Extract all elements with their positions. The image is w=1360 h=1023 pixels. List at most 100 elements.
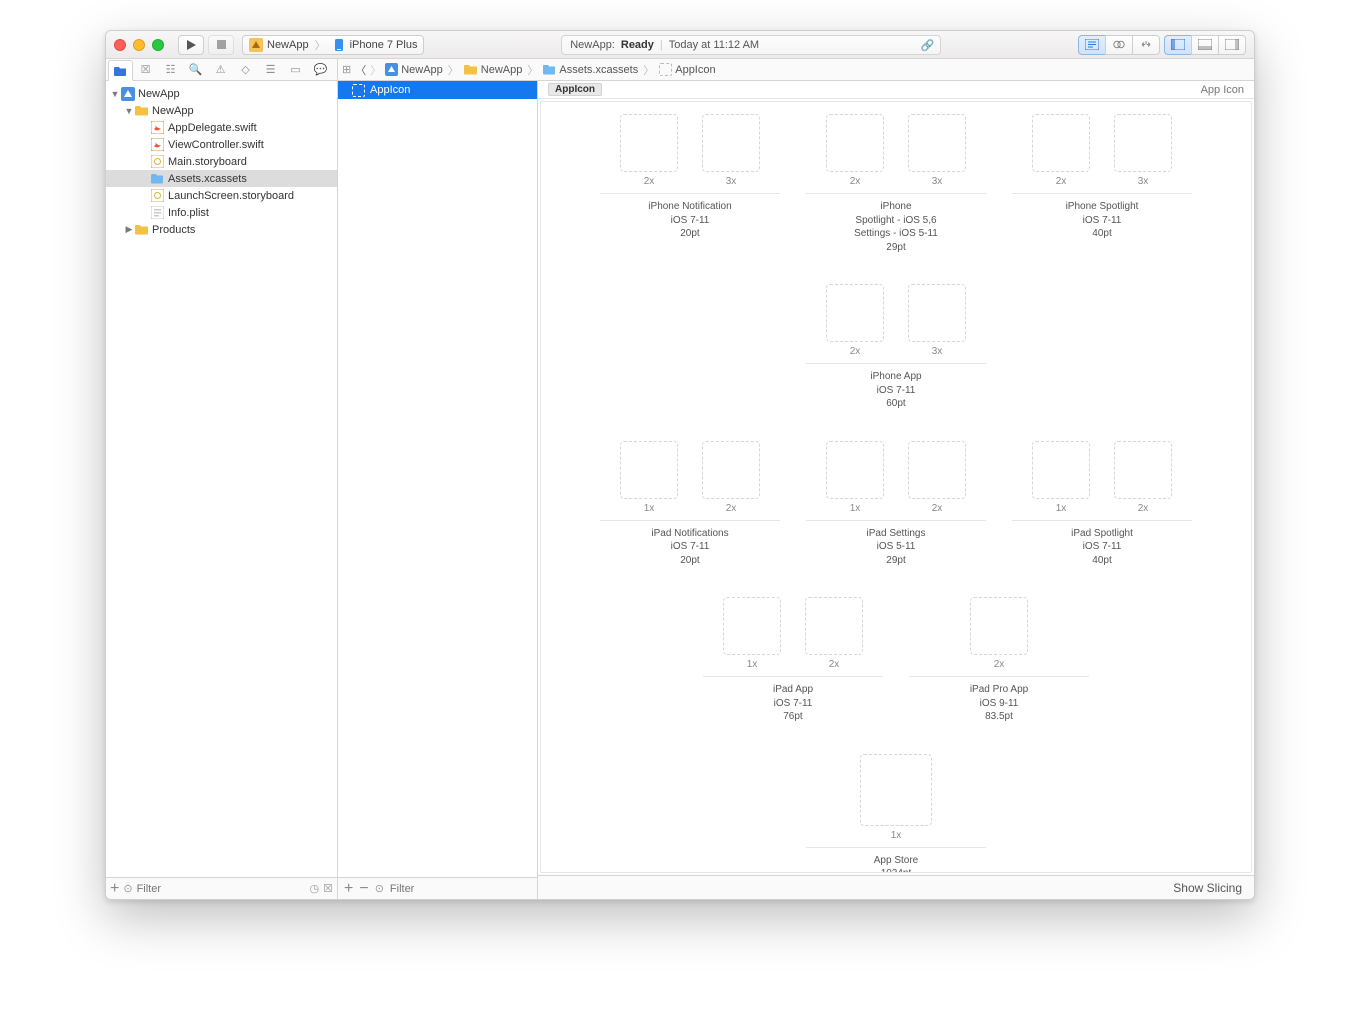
run-button[interactable] [178,35,204,55]
image-well[interactable] [805,597,863,655]
toggle-utilities-button[interactable] [1218,35,1246,55]
project-navigator-tab[interactable] [108,60,133,81]
related-items-icon[interactable]: ⊞ [342,63,351,76]
appicon-icon [352,84,365,97]
find-navigator-tab[interactable]: 🔍 [183,59,208,80]
tree-file-viewcontroller[interactable]: ViewController.swift [106,136,337,153]
tree-file-plist[interactable]: Info.plist [106,204,337,221]
crumb-assets[interactable]: Assets.xcassets [541,64,640,76]
debug-navigator-tab[interactable]: ☰ [258,59,283,80]
standard-editor-button[interactable] [1078,35,1105,55]
image-well[interactable] [908,114,966,172]
asset-outline-footer: + − ⊙ [338,877,537,899]
image-well[interactable] [620,441,678,499]
symbol-navigator-tab[interactable]: ☷ [158,59,183,80]
icon-set-caption: iPad SettingsiOS 5-1129pt [867,527,926,568]
navigator-filter-input[interactable] [137,883,306,895]
scale-label: 3x [726,176,737,187]
toggle-debug-area-button[interactable] [1191,35,1218,55]
toggle-navigator-button[interactable] [1164,35,1191,55]
icon-set-caption: App Store1024pt [874,854,918,874]
icon-set: 1x2xiPad SettingsiOS 5-1129pt [806,441,986,568]
image-well[interactable] [1114,114,1172,172]
stop-button[interactable] [208,35,234,55]
chevron-right-icon: 〉 [527,62,538,78]
scale-label: 1x [891,830,902,841]
scheme-app-label: NewApp [267,39,309,51]
scale-label: 2x [829,659,840,670]
appicon-canvas[interactable]: 2x3xiPhone NotificationiOS 7-1120pt2x3xi… [540,101,1252,873]
filter-scope-icon[interactable]: ⊙ [123,882,132,895]
scale-label: 2x [644,176,655,187]
tree-project-root[interactable]: ▼ NewApp [106,85,337,102]
asset-filter-input[interactable] [390,883,532,895]
asset-list[interactable]: AppIcon [338,81,537,877]
titlebar: NewApp 〉 iPhone 7 Plus NewApp: Ready | T… [106,31,1254,59]
icon-set: 1x2xiPad AppiOS 7-1176pt [703,597,883,724]
file-tree[interactable]: ▼ NewApp ▼ NewApp AppDelegate.swift View… [106,81,337,877]
test-navigator-tab[interactable]: ◇ [233,59,258,80]
jump-bar: ⊞ 〈 〉 NewApp 〉 NewApp 〉 Assets.xcassets … [338,59,1254,80]
report-navigator-tab[interactable]: 💬 [308,59,333,80]
zoom-icon[interactable] [152,39,164,51]
show-slicing-button[interactable]: Show Slicing [1173,881,1242,895]
crumb-asset-item[interactable]: AppIcon [657,63,717,76]
version-editor-button[interactable] [1132,35,1160,55]
icon-set: 2xiPad Pro AppiOS 9-1183.5pt [909,597,1089,724]
image-well[interactable] [1114,441,1172,499]
remove-asset-button[interactable]: − [359,881,368,897]
minimize-icon[interactable] [133,39,145,51]
asset-row-appicon[interactable]: AppIcon [338,81,537,99]
image-well[interactable] [908,284,966,342]
issue-navigator-tab[interactable]: ⚠ [208,59,233,80]
assistant-editor-button[interactable] [1105,35,1132,55]
crumb-project[interactable]: NewApp [383,63,445,76]
scale-label: 3x [932,176,943,187]
scale-label: 2x [850,176,861,187]
icon-set-caption: iPhone NotificationiOS 7-1120pt [648,200,731,241]
chevron-right-icon: 〉 [315,37,326,53]
tree-group[interactable]: ▼ NewApp [106,102,337,119]
image-well[interactable] [702,441,760,499]
add-button[interactable]: + [110,881,119,897]
image-well[interactable] [723,597,781,655]
icon-set: 2x3xiPhone AppiOS 7-1160pt [806,284,986,411]
forward-button[interactable]: 〉 [370,62,381,78]
tree-file-assets[interactable]: Assets.xcassets [106,170,337,187]
source-control-navigator-tab[interactable]: ☒ [133,59,158,80]
close-icon[interactable] [114,39,126,51]
image-well[interactable] [826,441,884,499]
image-well[interactable] [1032,441,1090,499]
asset-outline: AppIcon + − ⊙ [338,81,538,899]
tree-products-group[interactable]: ▶ Products [106,221,337,238]
image-well[interactable] [702,114,760,172]
project-navigator: ▼ NewApp ▼ NewApp AppDelegate.swift View… [106,81,338,899]
scm-filter-icon[interactable]: ☒ [323,882,333,895]
window-controls [114,39,164,51]
image-well[interactable] [620,114,678,172]
icon-set: 2x3xiPhone SpotlightiOS 7-1140pt [1012,114,1192,254]
image-well[interactable] [970,597,1028,655]
filter-scope-icon[interactable]: ⊙ [375,882,384,895]
image-well[interactable] [908,441,966,499]
image-well[interactable] [860,754,932,826]
link-icon[interactable]: 🔗 [921,39,935,52]
asset-editor: AppIcon App Icon 2x3xiPhone Notification… [538,81,1254,899]
crumb-group[interactable]: NewApp [462,64,525,76]
recent-filter-icon[interactable]: ◷ [310,882,320,895]
image-well[interactable] [1032,114,1090,172]
icon-set-caption: iPhone SpotlightiOS 7-1140pt [1066,200,1139,241]
scale-label: 2x [1056,176,1067,187]
image-well[interactable] [826,284,884,342]
breakpoint-navigator-tab[interactable]: ▭ [283,59,308,80]
back-button[interactable]: 〈 [355,62,366,78]
icon-set: 1x2xiPad SpotlightiOS 7-1140pt [1012,441,1192,568]
tree-file-launchsb[interactable]: LaunchScreen.storyboard [106,187,337,204]
icon-set-caption: iPad Pro AppiOS 9-1183.5pt [970,683,1028,724]
image-well[interactable] [826,114,884,172]
tree-file-mainstoryboard[interactable]: Main.storyboard [106,153,337,170]
tree-file-appdelegate[interactable]: AppDelegate.swift [106,119,337,136]
add-asset-button[interactable]: + [344,881,353,897]
activity-viewer: NewApp: Ready | Today at 11:12 AM 🔗 [561,35,941,55]
scheme-selector[interactable]: NewApp 〉 iPhone 7 Plus [242,35,424,55]
